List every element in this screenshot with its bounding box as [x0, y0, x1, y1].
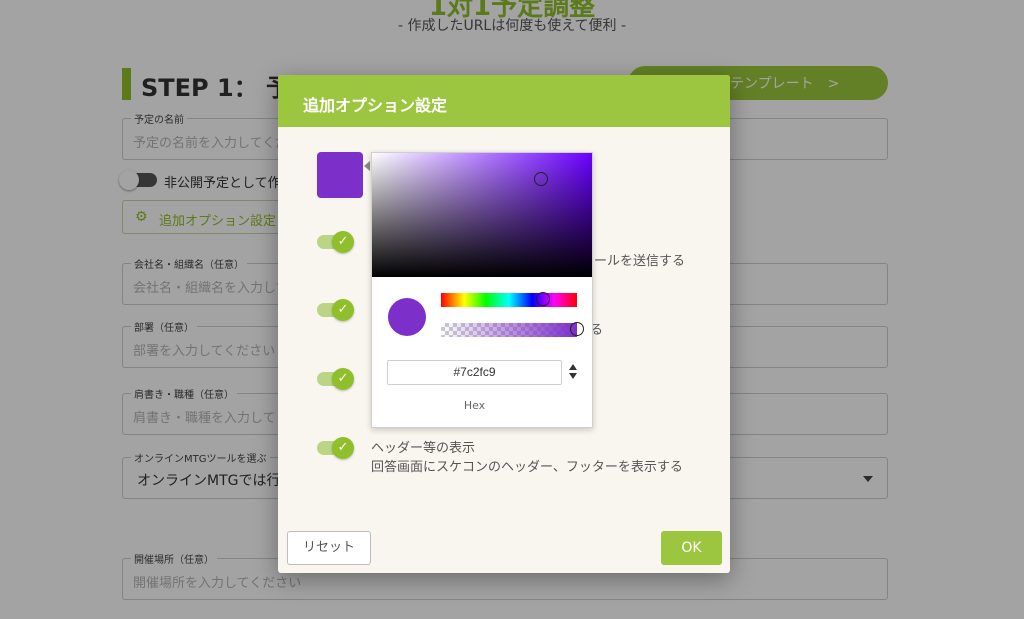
check-icon: ✓: [332, 231, 354, 253]
check-icon: ✓: [332, 368, 354, 390]
header-display-desc: 回答画面にスケコンのヘッダー、フッターを表示する: [371, 460, 683, 475]
saturation-area[interactable]: [372, 153, 592, 277]
modal-title: 追加オプション設定: [303, 96, 448, 115]
alpha-gradient: [441, 323, 577, 337]
hue-slider-thumb[interactable]: [536, 292, 550, 306]
format-switch[interactable]: [568, 361, 580, 383]
reset-button[interactable]: リセット: [287, 531, 371, 565]
option-toggle-1[interactable]: ✓: [317, 231, 354, 253]
alpha-slider[interactable]: [441, 322, 584, 337]
color-picker: #7c2fc9 Hex: [371, 152, 593, 428]
header-display-title: ヘッダー等の表示: [371, 441, 476, 456]
option-toggle-4[interactable]: ✓: [317, 437, 354, 459]
color-swatch[interactable]: [317, 152, 363, 198]
option-toggle-2[interactable]: ✓: [317, 299, 354, 321]
hue-slider[interactable]: [441, 292, 577, 307]
hex-input[interactable]: #7c2fc9: [387, 360, 562, 385]
saturation-cursor[interactable]: [534, 172, 549, 187]
arrow-down-icon: [569, 373, 577, 379]
option-toggle-3[interactable]: ✓: [317, 368, 354, 390]
alpha-slider-thumb[interactable]: [570, 322, 584, 336]
modal-header: 追加オプション設定: [278, 75, 730, 127]
color-preview: [388, 298, 426, 336]
option-text-mail: ールを送信する: [594, 254, 686, 269]
format-label: Hex: [463, 399, 486, 412]
arrow-up-icon: [569, 364, 577, 370]
swatch-pointer-icon: [364, 161, 370, 171]
check-icon: ✓: [332, 299, 354, 321]
check-icon: ✓: [332, 437, 354, 459]
ok-button[interactable]: OK: [661, 531, 722, 565]
